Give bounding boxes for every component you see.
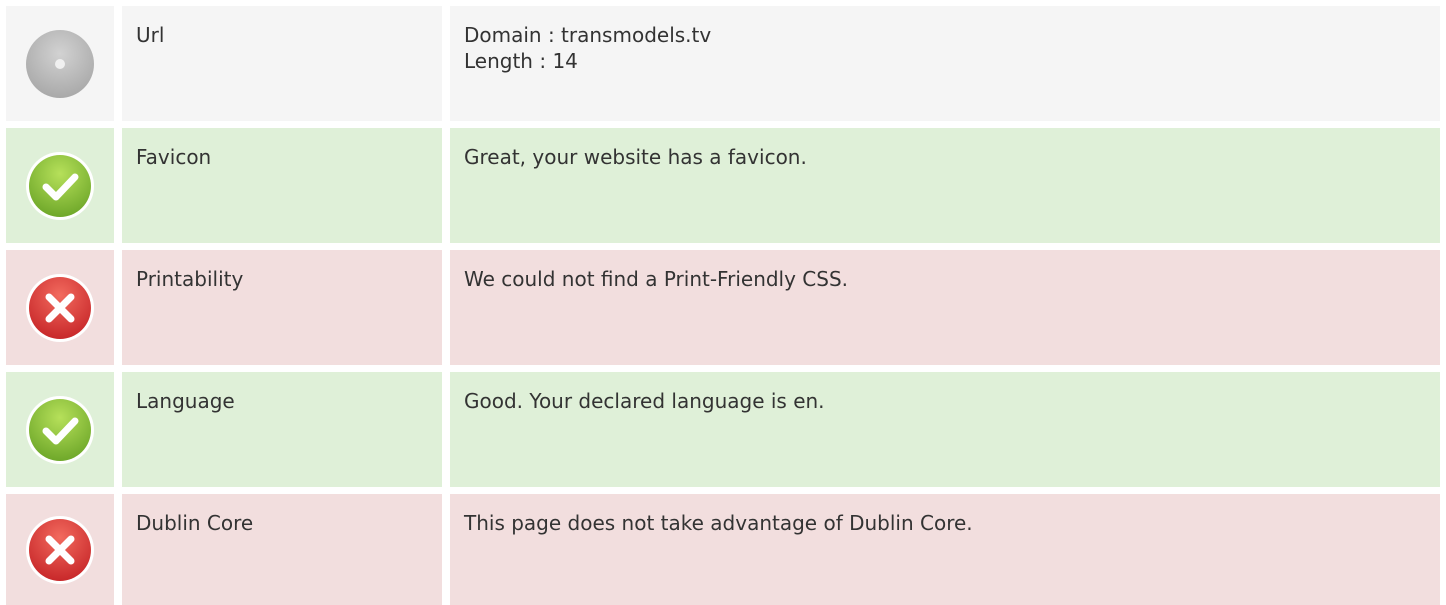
status-cell [6,128,114,243]
row-value: This page does not take advantage of Dub… [450,494,1440,605]
table-row-language: Language Good. Your declared language is… [6,372,1440,487]
status-cell [6,250,114,365]
row-label: Favicon [122,128,442,243]
row-value: Domain : transmodels.tv Length : 14 [450,6,1440,121]
cross-icon [26,515,94,584]
check-icon [26,395,94,464]
neutral-disc-icon [26,29,94,98]
table-row-url: Url Domain : transmodels.tv Length : 14 [6,6,1440,121]
cross-icon [26,273,94,342]
row-value: Great, your website has a favicon. [450,128,1440,243]
row-value: Good. Your declared language is en. [450,372,1440,487]
status-cell [6,494,114,605]
table-row-printability: Printability We could not find a Print-F… [6,250,1440,365]
row-value: We could not find a Print-Friendly CSS. [450,250,1440,365]
table-row-favicon: Favicon Great, your website has a favico… [6,128,1440,243]
status-cell [6,6,114,121]
seo-report-table: Url Domain : transmodels.tv Length : 14 … [0,0,1446,605]
table-row-dublin-core: Dublin Core This page does not take adva… [6,494,1440,605]
status-cell [6,372,114,487]
domain-text: Domain : transmodels.tv [464,23,712,47]
length-text: Length : 14 [464,49,578,73]
row-label: Language [122,372,442,487]
check-icon [26,151,94,220]
row-label: Dublin Core [122,494,442,605]
row-label: Printability [122,250,442,365]
row-label: Url [122,6,442,121]
